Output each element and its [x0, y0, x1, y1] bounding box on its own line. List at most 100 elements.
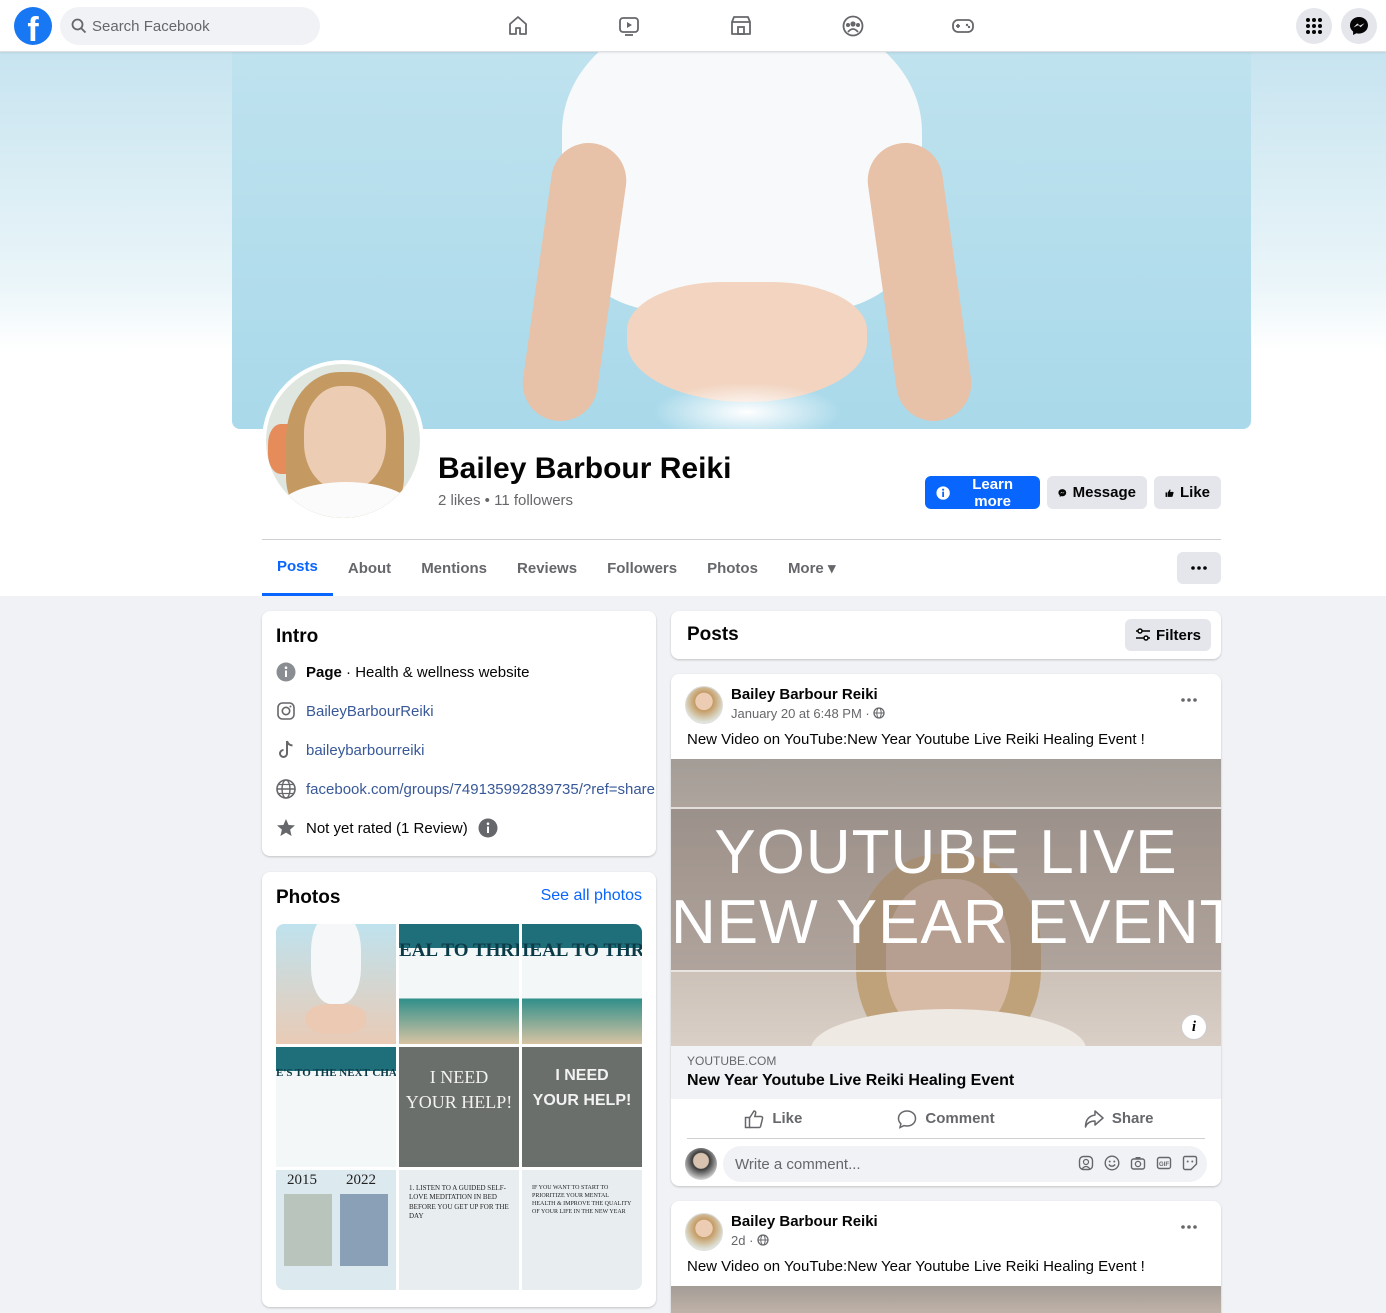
- filters-icon: [1135, 628, 1150, 641]
- share-button[interactable]: Share: [1032, 1099, 1205, 1138]
- photo-caption: YOUR HELP!: [532, 1092, 632, 1109]
- photo-caption: I NEED: [429, 1067, 489, 1087]
- learn-more-label: Learn more: [972, 475, 1014, 510]
- learn-more-button[interactable]: Learn more: [925, 475, 1040, 510]
- photos-title: Photos: [276, 887, 341, 908]
- star-icon: [276, 818, 296, 838]
- tab-photos[interactable]: Photos: [692, 540, 773, 596]
- page-label: Page: [306, 663, 342, 681]
- profile-avatar[interactable]: [262, 360, 424, 522]
- filters-button[interactable]: Filters: [1125, 619, 1211, 651]
- post-actions: Like Comment Share: [687, 1099, 1205, 1139]
- photo-thumbnail[interactable]: IEAL TO THRIV: [522, 924, 642, 1044]
- like-button[interactable]: Like: [687, 1099, 860, 1138]
- search-box[interactable]: [60, 7, 320, 45]
- post-author-name[interactable]: Bailey Barbour Reiki: [731, 1213, 878, 1230]
- photo-thumbnail[interactable]: 2015 2022: [276, 1170, 396, 1290]
- video-icon[interactable]: [609, 10, 649, 42]
- thumbnail-title-line2: NEW YEAR EVENT: [671, 888, 1221, 957]
- photo-thumbnail[interactable]: I NEED YOUR HELP!: [399, 1047, 519, 1167]
- tab-about[interactable]: About: [333, 540, 406, 596]
- groups-icon[interactable]: [833, 10, 873, 42]
- message-button[interactable]: Message: [1047, 476, 1147, 509]
- photo-thumbnail[interactable]: [276, 924, 396, 1044]
- gaming-icon[interactable]: [943, 10, 983, 42]
- photo-caption: EAL TO THRIV: [399, 940, 519, 961]
- photo-grid: EAL TO THRIV IEAL TO THRIV E'S TO THE NE…: [276, 924, 642, 1290]
- facebook-logo[interactable]: f: [14, 7, 52, 45]
- post-timestamp[interactable]: 2d ·: [731, 1233, 769, 1248]
- tab-mentions[interactable]: Mentions: [406, 540, 502, 596]
- link-domain: YOUTUBE.COM: [687, 1054, 777, 1068]
- thumbs-up-icon: [1165, 488, 1174, 497]
- photo-thumbnail[interactable]: IF YOU WANT TO START TO PRIORITIZE YOUR …: [522, 1170, 642, 1290]
- comment-label: Comment: [925, 1110, 995, 1127]
- website-link[interactable]: facebook.com/groups/749135992839735/?ref…: [306, 781, 655, 798]
- more-dots-icon: [1191, 566, 1207, 570]
- link-preview-image[interactable]: YOUTUBE LIVE NEW YEAR EVENT i: [671, 759, 1221, 1046]
- post-options-icon[interactable]: [1171, 1215, 1207, 1239]
- tiktok-icon: [276, 740, 296, 760]
- comment-tools: GIF: [1077, 1154, 1199, 1172]
- post-author-name[interactable]: Bailey Barbour Reiki: [731, 686, 878, 703]
- rating-text: Not yet rated (1 Review): [306, 819, 468, 837]
- globe-icon: [757, 1234, 769, 1246]
- thumbs-up-icon: [745, 1109, 764, 1128]
- more-options-button[interactable]: [1177, 552, 1221, 584]
- menu-grid-icon[interactable]: [1296, 8, 1332, 44]
- home-icon[interactable]: [498, 10, 538, 42]
- photo-thumbnail[interactable]: 1. LISTEN TO A GUIDED SELF-LOVE MEDITATI…: [399, 1170, 519, 1290]
- marketplace-icon[interactable]: [721, 10, 761, 42]
- page-title: Bailey Barbour Reiki: [438, 452, 732, 485]
- info-icon[interactable]: i: [1181, 1014, 1207, 1040]
- top-navbar: f: [0, 0, 1386, 52]
- camera-icon[interactable]: [1129, 1154, 1147, 1172]
- share-label: Share: [1111, 1110, 1154, 1127]
- photo-thumbnail[interactable]: I NEED YOUR HELP!: [522, 1047, 642, 1167]
- photo-caption: 2015: [287, 1172, 317, 1188]
- link-preview-caption[interactable]: YOUTUBE.COM New Year Youtube Live Reiki …: [671, 1046, 1221, 1099]
- photo-thumbnail[interactable]: EAL TO THRIV: [399, 924, 519, 1044]
- see-all-photos-link[interactable]: See all photos: [541, 887, 642, 905]
- post-author-avatar[interactable]: [685, 686, 723, 724]
- tab-followers[interactable]: Followers: [592, 540, 692, 596]
- post-card: Bailey Barbour Reiki January 20 at 6:48 …: [671, 674, 1221, 1186]
- info-icon[interactable]: [478, 818, 498, 838]
- posts-header-card: Posts Filters: [671, 611, 1221, 659]
- link-preview-image[interactable]: [671, 1286, 1221, 1313]
- photo-caption: I NEED: [555, 1067, 609, 1084]
- post-card: Bailey Barbour Reiki 2d · New Video on Y…: [671, 1201, 1221, 1313]
- post-time: January 20 at 6:48 PM ·: [731, 706, 874, 721]
- globe-icon: [276, 779, 296, 799]
- photo-caption: YOUR HELP!: [405, 1092, 513, 1112]
- post-author-avatar[interactable]: [685, 1213, 723, 1251]
- post-text: New Video on YouTube:New Year Youtube Li…: [687, 731, 1145, 748]
- profile-tabs: Posts About Mentions Reviews Followers P…: [262, 540, 850, 596]
- gif-icon[interactable]: GIF: [1155, 1154, 1173, 1172]
- intro-instagram-row: BaileyBarbourReiki: [276, 699, 434, 723]
- post-text: New Video on YouTube:New Year Youtube Li…: [687, 1258, 1145, 1275]
- emoji-icon[interactable]: [1103, 1154, 1121, 1172]
- like-label: Like: [772, 1110, 803, 1127]
- user-avatar[interactable]: [685, 1148, 717, 1180]
- instagram-link[interactable]: BaileyBarbourReiki: [306, 703, 434, 720]
- messenger-icon[interactable]: [1341, 8, 1377, 44]
- tiktok-link[interactable]: baileybarbourreiki: [306, 742, 424, 759]
- comment-icon: [898, 1109, 917, 1129]
- post-timestamp[interactable]: January 20 at 6:48 PM ·: [731, 706, 886, 721]
- page-stats[interactable]: 2 likes • 11 followers: [438, 492, 573, 509]
- tab-more[interactable]: More ▾: [773, 540, 851, 596]
- tab-reviews[interactable]: Reviews: [502, 540, 592, 596]
- photo-caption: E'S TO THE NEXT CHAP: [276, 1067, 396, 1079]
- link-title: New Year Youtube Live Reiki Healing Even…: [687, 1072, 1015, 1089]
- sticker-icon[interactable]: [1181, 1154, 1199, 1172]
- tab-posts[interactable]: Posts: [262, 540, 333, 596]
- photo-thumbnail[interactable]: E'S TO THE NEXT CHAP: [276, 1047, 396, 1167]
- post-options-icon[interactable]: [1171, 688, 1207, 712]
- comment-button[interactable]: Comment: [860, 1099, 1033, 1138]
- avatar-sticker-icon[interactable]: [1077, 1154, 1095, 1172]
- search-input[interactable]: [92, 7, 312, 45]
- intro-rating-row: Not yet rated (1 Review): [276, 816, 498, 840]
- info-icon: [276, 662, 296, 682]
- like-page-button[interactable]: Like: [1154, 476, 1221, 509]
